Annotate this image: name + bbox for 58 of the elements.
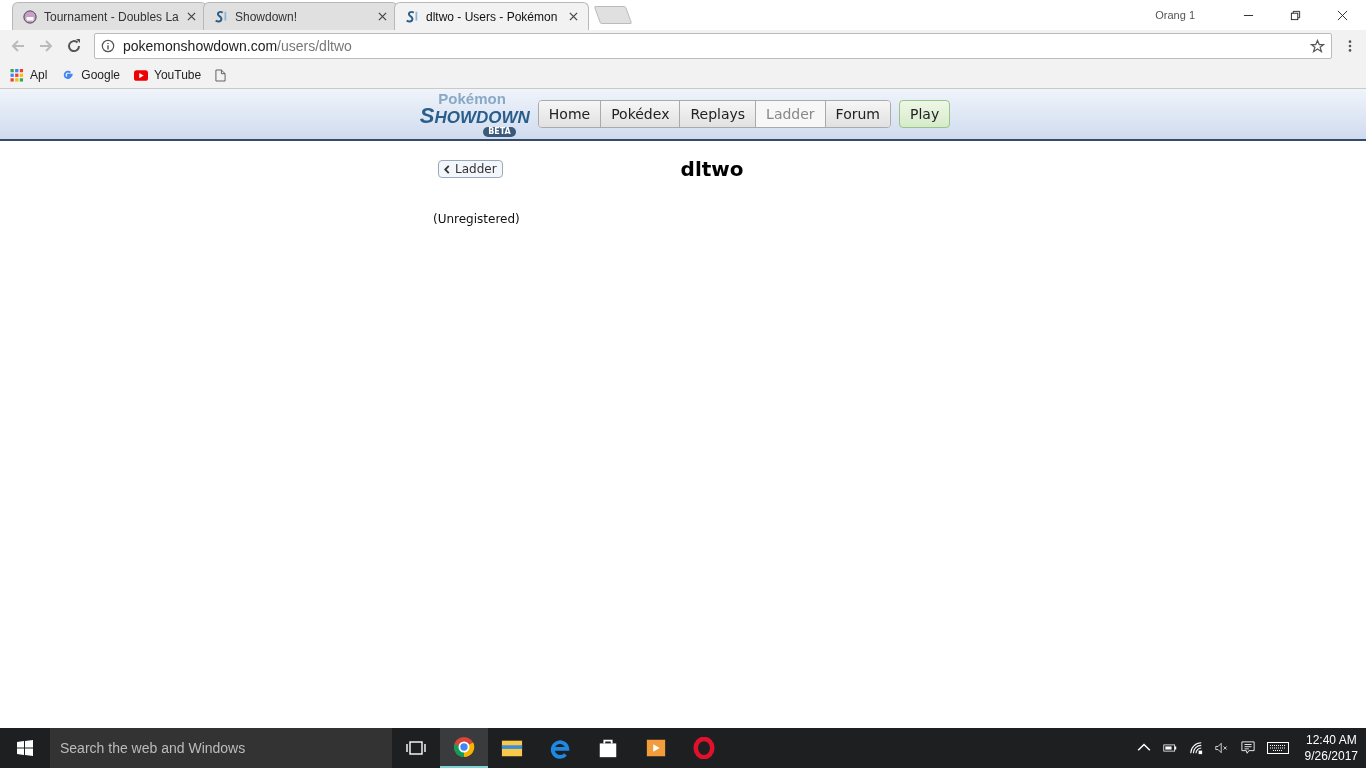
notification-icon[interactable] (1240, 741, 1255, 755)
nav-tab[interactable]: Replays (679, 101, 756, 127)
star-icon[interactable] (1310, 38, 1325, 54)
page-icon[interactable] (215, 68, 227, 82)
close-icon[interactable] (1337, 9, 1348, 21)
close-icon[interactable] (187, 12, 196, 21)
restore-icon[interactable] (1290, 9, 1301, 21)
chrome-icon (453, 736, 475, 758)
wifi-icon[interactable] (1188, 741, 1203, 755)
menu-icon[interactable] (1348, 39, 1352, 53)
address-bar[interactable]: pokemonshowdown.com/users/dltwo (94, 33, 1332, 59)
bookmark-label: Google (81, 68, 121, 82)
muted-speaker-icon[interactable] (1214, 741, 1229, 755)
showdown-logo[interactable]: Pokémon SHOWDOWN BETA (385, 91, 530, 137)
search-field[interactable]: Search the web and Windows (50, 728, 392, 768)
reload-icon[interactable] (66, 38, 82, 54)
play-logo-icon (134, 68, 149, 82)
bookmark[interactable]: Apl (10, 68, 48, 82)
shopping-bag-icon (597, 737, 619, 759)
registration-status: (Unregistered) (433, 212, 521, 226)
close-icon[interactable] (378, 12, 387, 21)
tab-title: Showdown! (235, 9, 299, 24)
browser-tab[interactable]: dltwo - Users - Pokémon (394, 2, 589, 30)
battery-icon[interactable] (1162, 741, 1177, 755)
beta-badge: BETA (483, 127, 516, 137)
media-player-icon (645, 737, 667, 759)
back-button[interactable]: Ladder (438, 160, 503, 178)
tab-title: Tournament - Doubles La (44, 9, 180, 24)
apps-grid-icon (10, 68, 24, 82)
nav-tab[interactable]: Home (538, 101, 601, 127)
pokemon-icon (23, 9, 37, 24)
e-logo-icon (549, 737, 571, 759)
info-icon (101, 39, 115, 53)
keyboard-icon[interactable] (1266, 741, 1289, 755)
clock-time: 12:40 AM (1305, 732, 1357, 748)
s-logo-icon (405, 9, 419, 24)
bookmark[interactable]: Google (61, 68, 121, 82)
nav-tab[interactable]: Pokédex (600, 101, 680, 127)
s-logo-icon (214, 9, 228, 24)
username-heading: dltwo (680, 159, 744, 179)
o-logo-icon (693, 737, 715, 759)
profile-name[interactable]: Orang 1 (1155, 9, 1195, 21)
tab-title: dltwo - Users - Pokémon (426, 9, 559, 24)
g-logo-icon (61, 68, 76, 82)
bookmark-label: Apl (30, 68, 48, 82)
task-view-icon[interactable] (406, 740, 426, 756)
chevron-left-icon (444, 164, 450, 174)
taskbar-app[interactable] (440, 728, 488, 768)
logo-text: SHOWDOWN (419, 105, 530, 127)
play-button[interactable]: Play (899, 100, 951, 128)
clock-date: 9/26/2017 (1304, 748, 1358, 764)
windows-logo-icon[interactable] (17, 740, 33, 756)
close-icon[interactable] (569, 12, 578, 21)
logo-text: Pokémon (438, 91, 506, 106)
nav-tab[interactable]: Forum (824, 101, 890, 127)
bookmark-label: YouTube (154, 68, 202, 82)
bookmark[interactable]: YouTube (134, 68, 202, 82)
url-text: pokemonshowdown.com/users/dltwo (123, 38, 352, 54)
